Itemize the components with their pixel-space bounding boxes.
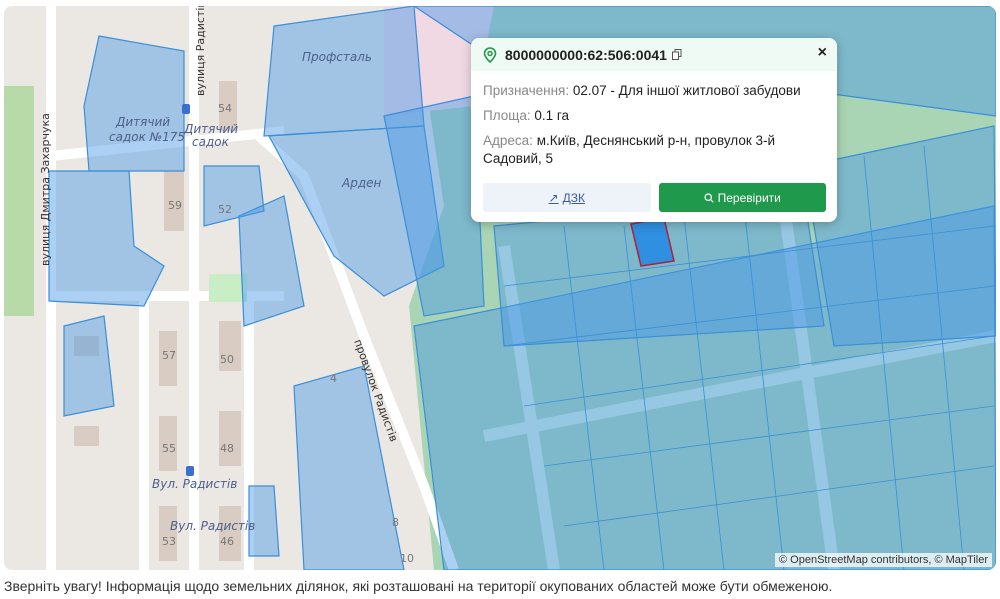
dzk-link-button[interactable]: ↗ ДЗК bbox=[483, 183, 651, 212]
house-number: 48 bbox=[220, 442, 234, 455]
map-attribution[interactable]: © OpenStreetMap contributors, © MapTiler bbox=[775, 553, 992, 567]
house-number: 54 bbox=[218, 102, 232, 115]
address-label: Адреса: bbox=[483, 133, 533, 148]
bus-stop-icon[interactable] bbox=[182, 104, 190, 114]
bus-stop-label: Вул. Радистів bbox=[152, 477, 237, 491]
purpose-row: Призначення: 02.07 - Для іншої житлової … bbox=[471, 82, 837, 100]
external-link-icon: ↗ bbox=[548, 190, 559, 205]
occupied-territories-notice: Зверніть увагу! Інформація щодо земельни… bbox=[4, 578, 833, 594]
house-number: 50 bbox=[220, 353, 234, 366]
area-label: Площа: bbox=[483, 108, 531, 123]
copy-icon[interactable] bbox=[671, 49, 682, 60]
bus-stop-label: Вул. Радистів bbox=[170, 519, 255, 533]
bus-stop-label: садок bbox=[192, 135, 230, 149]
location-pin-icon bbox=[483, 46, 497, 63]
bus-stop-icon[interactable] bbox=[186, 466, 194, 476]
house-number: 8 bbox=[392, 516, 399, 529]
check-button[interactable]: Перевірити bbox=[658, 183, 826, 212]
house-number: 57 bbox=[162, 349, 176, 362]
purpose-value: 02.07 - Для іншої житлової забудови bbox=[572, 83, 801, 98]
bus-stop-label: Дитячий bbox=[183, 122, 238, 136]
poi-label: Арден bbox=[341, 176, 382, 190]
check-label: Перевірити bbox=[717, 190, 781, 205]
popup-header: 8000000000:62:506:0041 × bbox=[471, 38, 837, 71]
park-area bbox=[4, 86, 34, 316]
close-button[interactable]: × bbox=[818, 44, 827, 62]
poi-label: Дитячий bbox=[115, 115, 170, 129]
search-icon bbox=[704, 192, 714, 203]
street-label: вулиця Радистів bbox=[194, 6, 207, 96]
address-row: Адреса: м.Київ, Деснянський р-н, провуло… bbox=[471, 132, 837, 168]
house-number: 46 bbox=[220, 535, 234, 548]
house-number: 4 bbox=[330, 372, 337, 385]
area-value: 0.1 га bbox=[534, 108, 570, 123]
parcel-popup: 8000000000:62:506:0041 × Призначення: 02… bbox=[471, 38, 837, 222]
cadastral-number: 8000000000:62:506:0041 bbox=[505, 46, 667, 63]
house-number: 52 bbox=[218, 203, 232, 216]
purpose-label: Призначення: bbox=[483, 83, 570, 98]
house-number: 10 bbox=[400, 552, 414, 565]
area-row: Площа: 0.1 га bbox=[471, 107, 837, 125]
poi-label: Профсталь bbox=[302, 50, 372, 64]
house-number: 53 bbox=[162, 535, 176, 548]
dzk-label: ДЗК bbox=[562, 190, 585, 205]
house-number: 55 bbox=[162, 442, 176, 455]
house-number: 59 bbox=[168, 199, 182, 212]
poi-label: садок №175 bbox=[109, 130, 185, 144]
street-label: вулиця Дмитра Захарчука bbox=[39, 113, 52, 266]
